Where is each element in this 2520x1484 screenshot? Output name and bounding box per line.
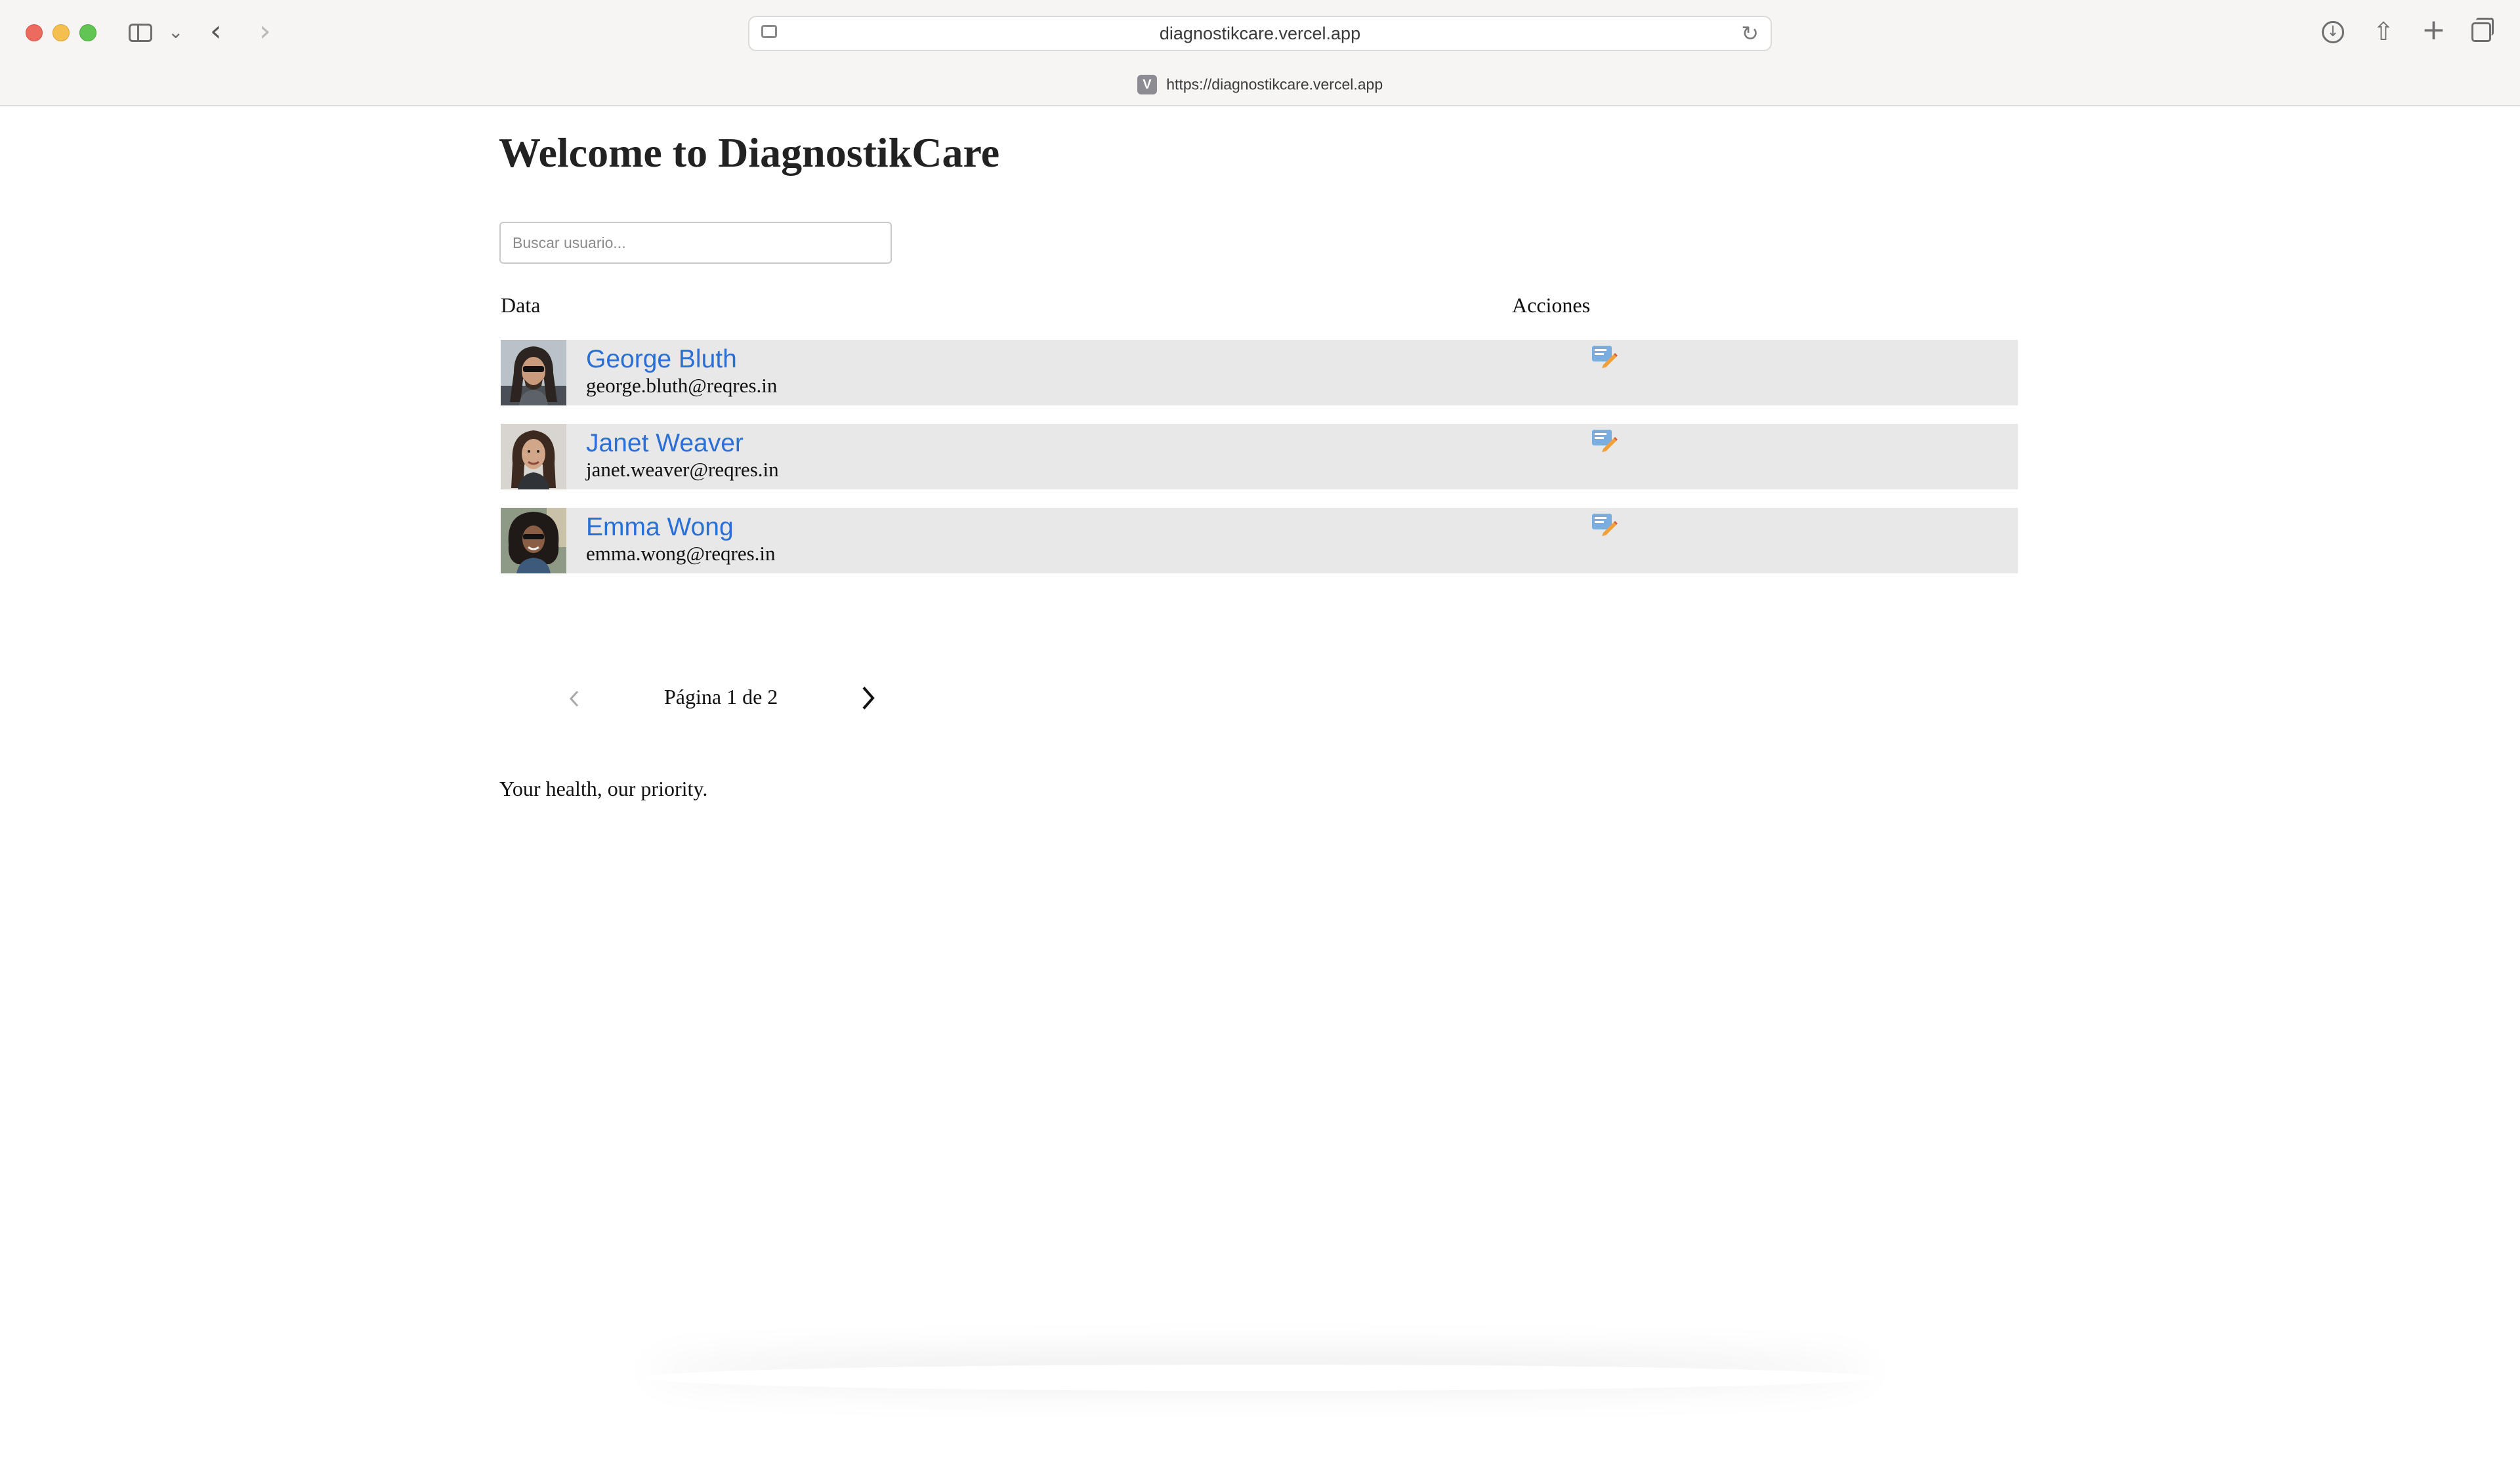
- user-name-link[interactable]: Janet Weaver: [586, 429, 744, 458]
- column-header-data: Data: [501, 293, 541, 317]
- edit-icon[interactable]: [1591, 345, 1618, 369]
- page-content: Welcome to DiagnostikCare Data Acciones …: [0, 106, 2520, 1484]
- tab-overview-icon[interactable]: [2471, 18, 2494, 42]
- back-arrow-icon[interactable]: ‹: [210, 14, 222, 48]
- edit-icon[interactable]: [1591, 429, 1618, 453]
- browser-toolbar: ⌄ ‹ › diagnostikcare.vercel.app ↻ ↓ ⇧ + …: [0, 0, 2520, 106]
- download-icon[interactable]: ↓: [2322, 21, 2344, 43]
- window-shadow: [643, 1365, 1877, 1391]
- share-icon[interactable]: ⇧: [2373, 17, 2394, 46]
- user-email: janet.weaver@reqres.in: [586, 458, 779, 481]
- forward-arrow-icon[interactable]: ›: [259, 14, 271, 48]
- user-email: emma.wong@reqres.in: [586, 542, 776, 565]
- reload-icon[interactable]: ↻: [1741, 21, 1759, 46]
- table-row: Janet Weaver janet.weaver@reqres.in: [501, 424, 2018, 489]
- table-row: Emma Wong emma.wong@reqres.in: [501, 508, 2018, 573]
- chevron-left-icon[interactable]: [564, 682, 584, 715]
- address-bar[interactable]: diagnostikcare.vercel.app ↻: [748, 16, 1772, 51]
- avatar: [501, 340, 566, 405]
- chevron-right-icon[interactable]: [856, 680, 879, 716]
- plus-icon[interactable]: +: [2422, 13, 2446, 47]
- avatar: [501, 508, 566, 573]
- column-header-actions: Acciones: [1512, 293, 1591, 317]
- user-name-link[interactable]: Emma Wong: [586, 513, 734, 542]
- avatar: [501, 424, 566, 489]
- user-email: george.bluth@reqres.in: [586, 374, 778, 397]
- table-row: George Bluth george.bluth@reqres.in: [501, 340, 2018, 405]
- url-strip: V https://diagnostikcare.vercel.app: [0, 75, 2520, 94]
- address-bar-host: diagnostikcare.vercel.app: [1159, 24, 1361, 43]
- zoom-window-button[interactable]: [79, 24, 96, 41]
- search-input[interactable]: [499, 222, 892, 264]
- footer-tagline: Your health, our priority.: [499, 777, 708, 800]
- page-indicator: Página 1 de 2: [664, 685, 778, 709]
- user-name-link[interactable]: George Bluth: [586, 345, 737, 374]
- minimize-window-button[interactable]: [52, 24, 70, 41]
- pagination: Página 1 de 2: [499, 677, 892, 723]
- edit-icon[interactable]: [1591, 513, 1618, 537]
- sidebar-icon[interactable]: [129, 24, 152, 42]
- chevron-down-icon[interactable]: ⌄: [168, 21, 183, 43]
- url-strip-text: https://diagnostikcare.vercel.app: [1166, 75, 1383, 93]
- close-window-button[interactable]: [26, 24, 43, 41]
- page-title: Welcome to DiagnostikCare: [499, 129, 1000, 176]
- favicon-icon: V: [1137, 75, 1157, 94]
